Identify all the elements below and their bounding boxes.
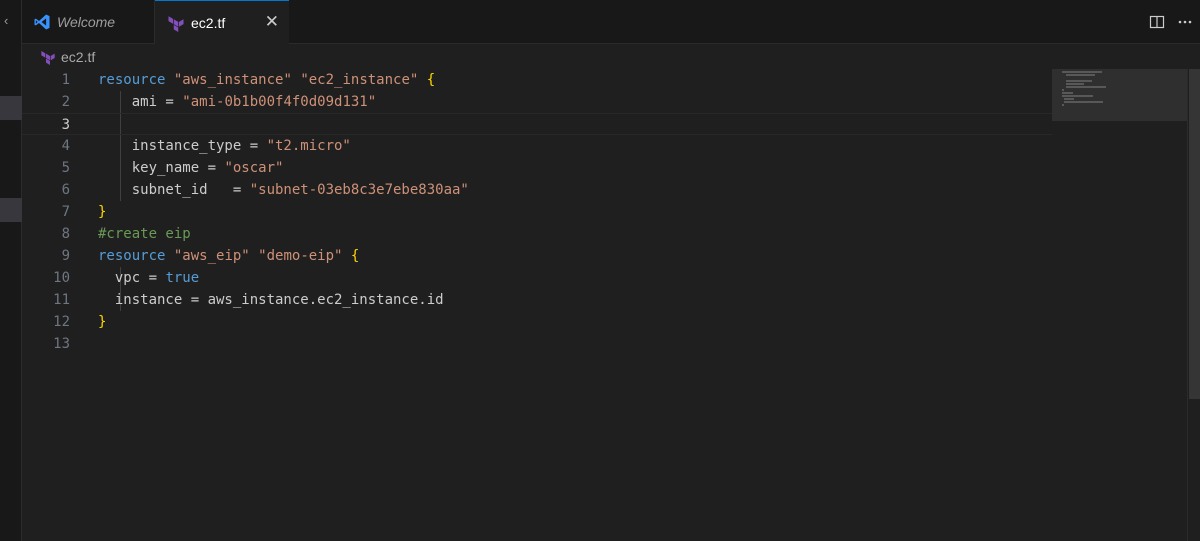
code-text[interactable]: } — [98, 311, 106, 333]
minimap-line — [1066, 86, 1106, 88]
tab-label: ec2.tf — [191, 15, 226, 31]
code-text[interactable]: resource "aws_instance" "ec2_instance" { — [98, 69, 435, 91]
sidebar-selected-row[interactable] — [0, 96, 22, 120]
minimap-line — [1062, 95, 1093, 97]
code-token: "aws_eip" — [173, 248, 250, 264]
minimap-line — [1062, 89, 1064, 91]
vscode-icon — [34, 14, 50, 30]
code-token: #create eip — [98, 226, 191, 242]
code-token: instance_type = — [98, 138, 267, 154]
line-number: 1 — [61, 72, 70, 88]
breadcrumb-file[interactable]: ec2.tf — [61, 49, 95, 65]
code-token: ami = — [98, 94, 183, 110]
code-token: { — [426, 72, 436, 88]
code-token: vpc = — [98, 270, 166, 286]
code-line[interactable]: 3 — [22, 113, 1052, 135]
code-token: instance = aws_instance.ec2_instance.id — [98, 292, 444, 308]
tab-ec2-tf[interactable]: ec2.tf ✕ — [155, 0, 289, 45]
line-number: 3 — [61, 117, 70, 133]
line-number: 10 — [53, 270, 70, 286]
code-text[interactable]: #create eip — [98, 223, 191, 245]
tab-bar: Welcome ec2.tf ✕ — [22, 0, 1200, 45]
code-line[interactable]: 5 key_name = "oscar" — [22, 157, 1052, 179]
breadcrumb: ec2.tf — [22, 44, 1200, 69]
code-token: "t2.micro" — [266, 138, 351, 154]
code-line[interactable]: 1 resource "aws_instance" "ec2_instance" … — [22, 69, 1052, 91]
close-icon[interactable]: ✕ — [265, 13, 279, 31]
code-line[interactable]: 13 — [22, 333, 1052, 355]
minimap-line — [1062, 92, 1073, 94]
code-token: key_name = — [98, 160, 225, 176]
code-token: "oscar" — [224, 160, 284, 176]
code-text[interactable]: subnet_id = "subnet-03eb8c3e7ebe830aa" — [98, 179, 469, 201]
terraform-icon — [168, 16, 184, 32]
code-token: "subnet-03eb8c3e7ebe830aa" — [249, 182, 469, 198]
code-token: true — [165, 270, 200, 286]
scrollbar-thumb[interactable] — [1189, 69, 1200, 399]
code-text[interactable]: resource "aws_eip" "demo-eip" { — [98, 245, 359, 267]
editor-actions — [1144, 0, 1200, 44]
code-line[interactable]: 2 ami = "ami-0b1b00f4f0d09d131" — [22, 91, 1052, 113]
minimap-line — [1062, 71, 1102, 73]
line-number: 6 — [61, 182, 70, 198]
code-token: { — [350, 248, 360, 264]
more-actions-icon[interactable] — [1172, 9, 1198, 35]
line-number: 13 — [53, 336, 70, 352]
code-line[interactable]: 6 subnet_id = "subnet-03eb8c3e7ebe830aa" — [22, 179, 1052, 201]
code-token: resource — [98, 72, 166, 88]
tab-welcome[interactable]: Welcome — [22, 0, 155, 44]
code-line[interactable]: 11 instance = aws_instance.ec2_instance.… — [22, 289, 1052, 311]
line-number: 5 — [61, 160, 70, 176]
code-token: subnet_id = — [98, 182, 250, 198]
vertical-scrollbar[interactable] — [1187, 69, 1200, 541]
code-editor[interactable]: 1 resource "aws_instance" "ec2_instance" … — [22, 69, 1052, 541]
terraform-icon — [41, 50, 55, 65]
minimap[interactable] — [1052, 69, 1187, 541]
code-text[interactable]: instance = aws_instance.ec2_instance.id — [98, 289, 444, 311]
minimap-line — [1066, 74, 1095, 76]
code-token: "ami-0b1b00f4f0d09d131" — [182, 94, 377, 110]
chevron-left-icon[interactable]: ‹ — [4, 14, 8, 27]
left-sidebar-edge: ‹ — [0, 0, 22, 541]
code-line[interactable]: 9 resource "aws_eip" "demo-eip" { — [22, 245, 1052, 267]
code-line[interactable]: 10 vpc = true — [22, 267, 1052, 289]
code-text[interactable]: vpc = true — [98, 267, 199, 289]
code-token: } — [98, 314, 107, 330]
code-text[interactable]: } — [98, 201, 106, 223]
minimap-line — [1066, 83, 1084, 85]
code-token: } — [98, 204, 107, 220]
code-token: "ec2_instance" — [300, 72, 419, 88]
code-token: "demo-eip" — [258, 248, 343, 264]
minimap-line — [1064, 101, 1103, 103]
line-number: 8 — [61, 226, 70, 242]
code-token: resource — [98, 248, 166, 264]
code-line[interactable]: 8 #create eip — [22, 223, 1052, 245]
minimap-line — [1066, 80, 1092, 82]
line-number: 9 — [61, 248, 70, 264]
code-line[interactable]: 4 instance_type = "t2.micro" — [22, 135, 1052, 157]
code-text[interactable]: instance_type = "t2.micro" — [98, 135, 351, 157]
line-number: 7 — [61, 204, 70, 220]
code-line[interactable]: 12} — [22, 311, 1052, 333]
minimap-line — [1064, 98, 1074, 100]
code-token: "aws_instance" — [173, 72, 292, 88]
minimap-line — [1062, 104, 1064, 106]
split-editor-icon[interactable] — [1144, 9, 1170, 35]
code-text[interactable]: ami = "ami-0b1b00f4f0d09d131" — [98, 91, 376, 113]
sidebar-selected-row[interactable] — [0, 198, 22, 222]
tab-label: Welcome — [57, 14, 116, 30]
line-number: 4 — [61, 138, 70, 154]
code-line[interactable]: 7} — [22, 201, 1052, 223]
line-number: 12 — [53, 314, 70, 330]
line-number: 11 — [53, 292, 70, 308]
line-number: 2 — [61, 94, 70, 110]
code-text[interactable]: key_name = "oscar" — [98, 157, 284, 179]
